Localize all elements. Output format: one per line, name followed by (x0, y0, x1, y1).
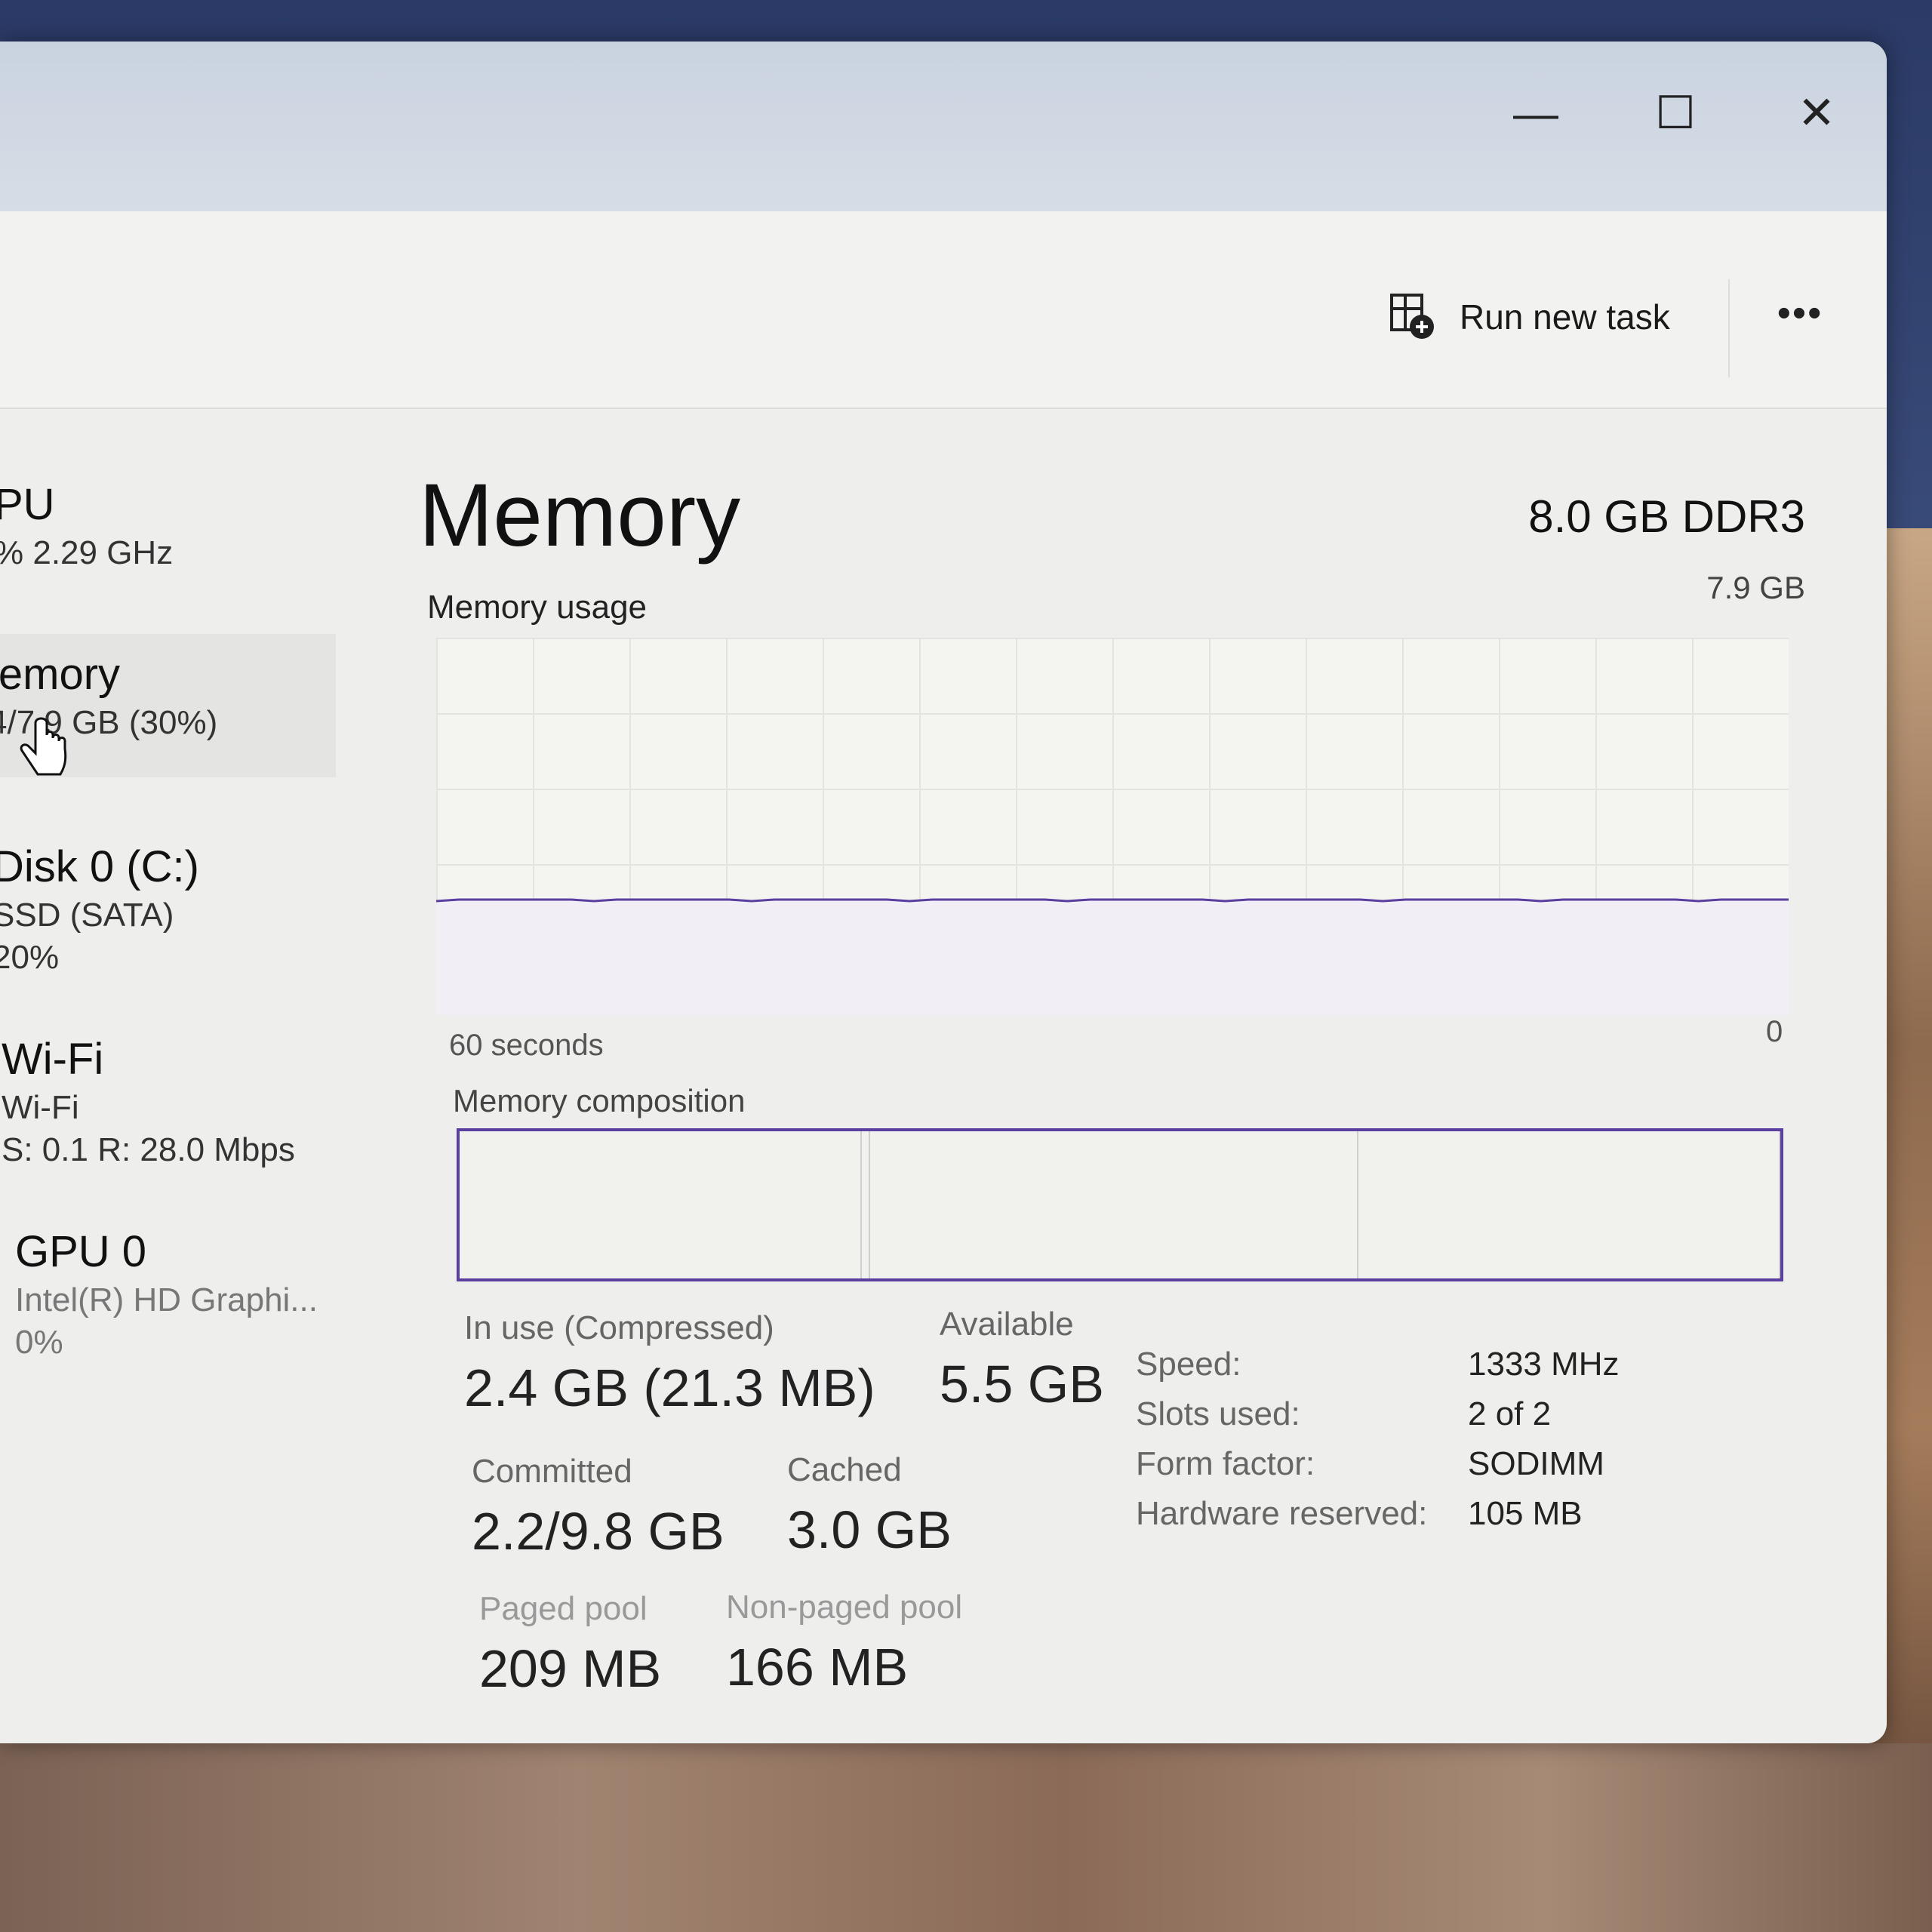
close-icon: ✕ (1797, 88, 1836, 138)
stat-label: Non-paged pool (726, 1589, 963, 1626)
detail-label: Slots used: (1136, 1395, 1300, 1432)
sidebar-item-detail: SSD (SATA) (0, 897, 174, 934)
more-icon: ••• (1777, 291, 1823, 335)
detail-value: SODIMM (1468, 1445, 1604, 1482)
sidebar-item-usage: 20% (0, 939, 60, 976)
memory-total: 8.0 GB DDR3 (1528, 491, 1805, 542)
task-manager-window: — ☐ ✕ Run new task ••• PU % 2.29 GHz lem… (0, 42, 1887, 1743)
usage-area (436, 900, 1789, 1015)
sidebar-item-detail: Intel(R) HD Graphi... (15, 1281, 318, 1318)
sidebar-item-gpu[interactable]: GPU 0 Intel(R) HD Graphi... 0% (15, 1226, 355, 1361)
stat-label: Cached (787, 1451, 902, 1488)
detail-row-form-factor: Form factor: SODIMM (1136, 1439, 1620, 1489)
stat-label: Committed (472, 1453, 632, 1490)
stat-value: 3.0 GB (787, 1500, 952, 1559)
stat-non-paged-pool: Non-paged pool 166 MB (726, 1589, 962, 1697)
stat-in-use: In use (Compressed) 2.4 GB (21.3 MB) (464, 1309, 875, 1418)
hand-cursor-icon (20, 717, 67, 776)
sidebar-item-title: PU (0, 480, 55, 529)
memory-composition-bar (457, 1128, 1783, 1281)
memory-composition-label: Memory composition (453, 1083, 746, 1118)
stat-value: 2.2/9.8 GB (472, 1502, 724, 1561)
graph-max-label: 7.9 GB (1706, 570, 1805, 605)
sidebar-item-throughput: S: 0.1 R: 28.0 Mbps (2, 1131, 295, 1168)
detail-label: Form factor: (1136, 1445, 1315, 1482)
stat-value: 5.5 GB (940, 1355, 1104, 1414)
sidebar-item-detail: % 2.29 GHz (0, 534, 174, 571)
stat-available: Available 5.5 GB (940, 1306, 1104, 1414)
run-new-task-label: Run new task (1460, 297, 1670, 337)
title-bar: — ☐ ✕ (0, 42, 1887, 211)
detail-label: Hardware reserved: (1136, 1495, 1428, 1532)
toolbar-divider (1728, 279, 1730, 377)
composition-segment-modified (862, 1131, 871, 1278)
sidebar-item-title: lemory (0, 650, 121, 699)
stat-value: 209 MB (479, 1639, 662, 1698)
minimize-icon: — (1513, 88, 1558, 139)
toolbar: Run new task ••• (0, 211, 1887, 409)
maximize-icon: ☐ (1655, 88, 1696, 138)
stat-cached: Cached 3.0 GB (787, 1451, 952, 1560)
detail-value: 2 of 2 (1468, 1395, 1552, 1432)
stat-label: In use (Compressed) (464, 1309, 774, 1346)
detail-value: 105 MB (1468, 1495, 1583, 1532)
stat-value: 166 MB (726, 1638, 909, 1697)
desktop-background-bottom (0, 1743, 1932, 1932)
minimize-button[interactable]: — (1494, 72, 1577, 155)
run-new-task-button[interactable]: Run new task (1389, 283, 1670, 351)
stat-label: Available (940, 1306, 1074, 1343)
stat-committed: Committed 2.2/9.8 GB (472, 1453, 724, 1561)
composition-segment-standby (870, 1131, 1358, 1278)
composition-segment-in-use (460, 1131, 863, 1278)
graph-axis-time-label: 60 seconds (449, 1029, 604, 1062)
detail-row-speed: Speed: 1333 MHz (1136, 1340, 1620, 1389)
detail-row-slots: Slots used: 2 of 2 (1136, 1389, 1620, 1439)
sidebar-item-wifi[interactable]: Wi-Fi Wi-Fi S: 0.1 R: 28.0 Mbps (2, 1034, 341, 1169)
more-options-button[interactable]: ••• (1758, 279, 1841, 347)
graph-axis-zero-label: 0 (1766, 1015, 1783, 1048)
detail-row-hardware-reserved: Hardware reserved: 105 MB (1136, 1489, 1620, 1539)
stat-value: 2.4 GB (21.3 MB) (464, 1358, 875, 1417)
stat-paged-pool: Paged pool 209 MB (479, 1590, 661, 1699)
sidebar-item-usage: 0% (15, 1324, 63, 1361)
sidebar-item-title: Disk 0 (C:) (0, 842, 199, 891)
close-button[interactable]: ✕ (1775, 72, 1858, 155)
memory-usage-label: Memory usage (427, 589, 648, 626)
sidebar-item-disk[interactable]: Disk 0 (C:) SSD (SATA) 20% (0, 841, 332, 977)
memory-usage-graph (436, 638, 1789, 1015)
maximize-button[interactable]: ☐ (1634, 72, 1717, 155)
detail-value: 1333 MHz (1468, 1346, 1620, 1383)
memory-details: Speed: 1333 MHz Slots used: 2 of 2 Form … (1136, 1340, 1620, 1539)
run-task-icon (1390, 294, 1434, 339)
sidebar-item-cpu[interactable]: PU % 2.29 GHz (0, 479, 334, 572)
sidebar-item-title: GPU 0 (15, 1227, 147, 1276)
page-title: Memory (419, 466, 741, 565)
sidebar: PU % 2.29 GHz lemory 4/7.9 GB (30%) Disk… (0, 408, 355, 1743)
sidebar-item-title: Wi-Fi (2, 1035, 104, 1084)
stat-label: Paged pool (479, 1590, 648, 1627)
sidebar-item-detail: Wi-Fi (2, 1089, 79, 1126)
usage-graph-svg (436, 898, 1789, 1015)
detail-label: Speed: (1136, 1346, 1241, 1383)
composition-segment-free (1358, 1131, 1780, 1278)
